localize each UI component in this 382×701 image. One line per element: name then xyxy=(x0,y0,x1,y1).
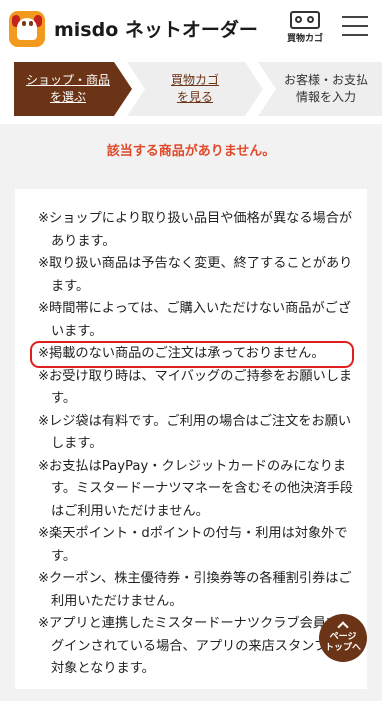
shopping-cart-icon xyxy=(290,11,320,29)
note-item: ※お受け取り時は、マイバッグのご持参をお願いします。 xyxy=(38,368,353,407)
brand-title[interactable]: misdo ネットオーダー xyxy=(54,15,258,42)
step-view-cart[interactable]: 買物カゴ を見る xyxy=(127,62,263,116)
note-item: ※レジ袋は有料です。ご利用の場合はご注文をお願いします。 xyxy=(38,413,352,452)
notes-card: ※ショップにより取り扱い品目や価格が異なる場合があります。 ※取り扱い商品は予告… xyxy=(15,189,367,689)
note-item: ※ショップにより取り扱い品目や価格が異なる場合があります。 xyxy=(38,211,353,249)
logo-eye-left xyxy=(22,21,26,26)
logo-face xyxy=(17,18,37,40)
note-item-highlighted: ※掲載のない商品のご注文は承っておりません。 xyxy=(30,341,354,368)
app-header: misdo ネットオーダー 買物カゴ xyxy=(0,0,382,54)
page-top-label-2: トップへ xyxy=(324,642,361,653)
note-item: ※時間帯によっては、ご購入いただけない商品がございます。 xyxy=(38,301,352,339)
step-label: ショップ・商品 を選ぶ xyxy=(25,73,110,104)
step-label: お客様・お支払 情報を入力 xyxy=(283,73,368,104)
order-steps: ショップ・商品 を選ぶ 買物カゴ を見る お客様・お支払 情報を入力 xyxy=(0,54,382,124)
hamburger-menu-icon[interactable] xyxy=(342,14,368,38)
page-top-button[interactable]: ページ トップへ xyxy=(319,614,367,662)
page-top-label-1: ページ xyxy=(329,631,357,642)
note-item: ※楽天ポイント・dポイントの付与・利用は対象外です。 xyxy=(38,526,348,564)
step-select-shop[interactable]: ショップ・商品 を選ぶ xyxy=(14,62,132,116)
cart-button[interactable]: 買物カゴ xyxy=(286,9,324,47)
note-item: ※取り扱い商品は予告なく変更、終了することがあります。 xyxy=(38,256,353,294)
note-item: ※アプリと連携したミスタードーナツクラブ会員でログインされている場合、アプリの来… xyxy=(38,616,354,676)
step-label: 買物カゴ を見る xyxy=(170,73,219,104)
notes-list: ※ショップにより取り扱い品目や価格が異なる場合があります。 ※取り扱い商品は予告… xyxy=(30,208,356,681)
note-item: ※クーポン、株主優待券・引換券等の各種割引券はご利用いただけません。 xyxy=(38,571,352,609)
arrow-up-icon xyxy=(337,620,349,633)
step-customer-info: お客様・お支払 情報を入力 xyxy=(258,62,382,116)
misdo-logo-icon[interactable] xyxy=(9,11,45,47)
no-products-message: 該当する商品がありません。 xyxy=(106,144,276,159)
logo-eye-right xyxy=(29,21,33,26)
cart-label: 買物カゴ xyxy=(286,34,323,44)
note-item: ※お支払はPayPay・クレジットカードのみになります。ミスタードーナツマネーを… xyxy=(38,458,353,519)
